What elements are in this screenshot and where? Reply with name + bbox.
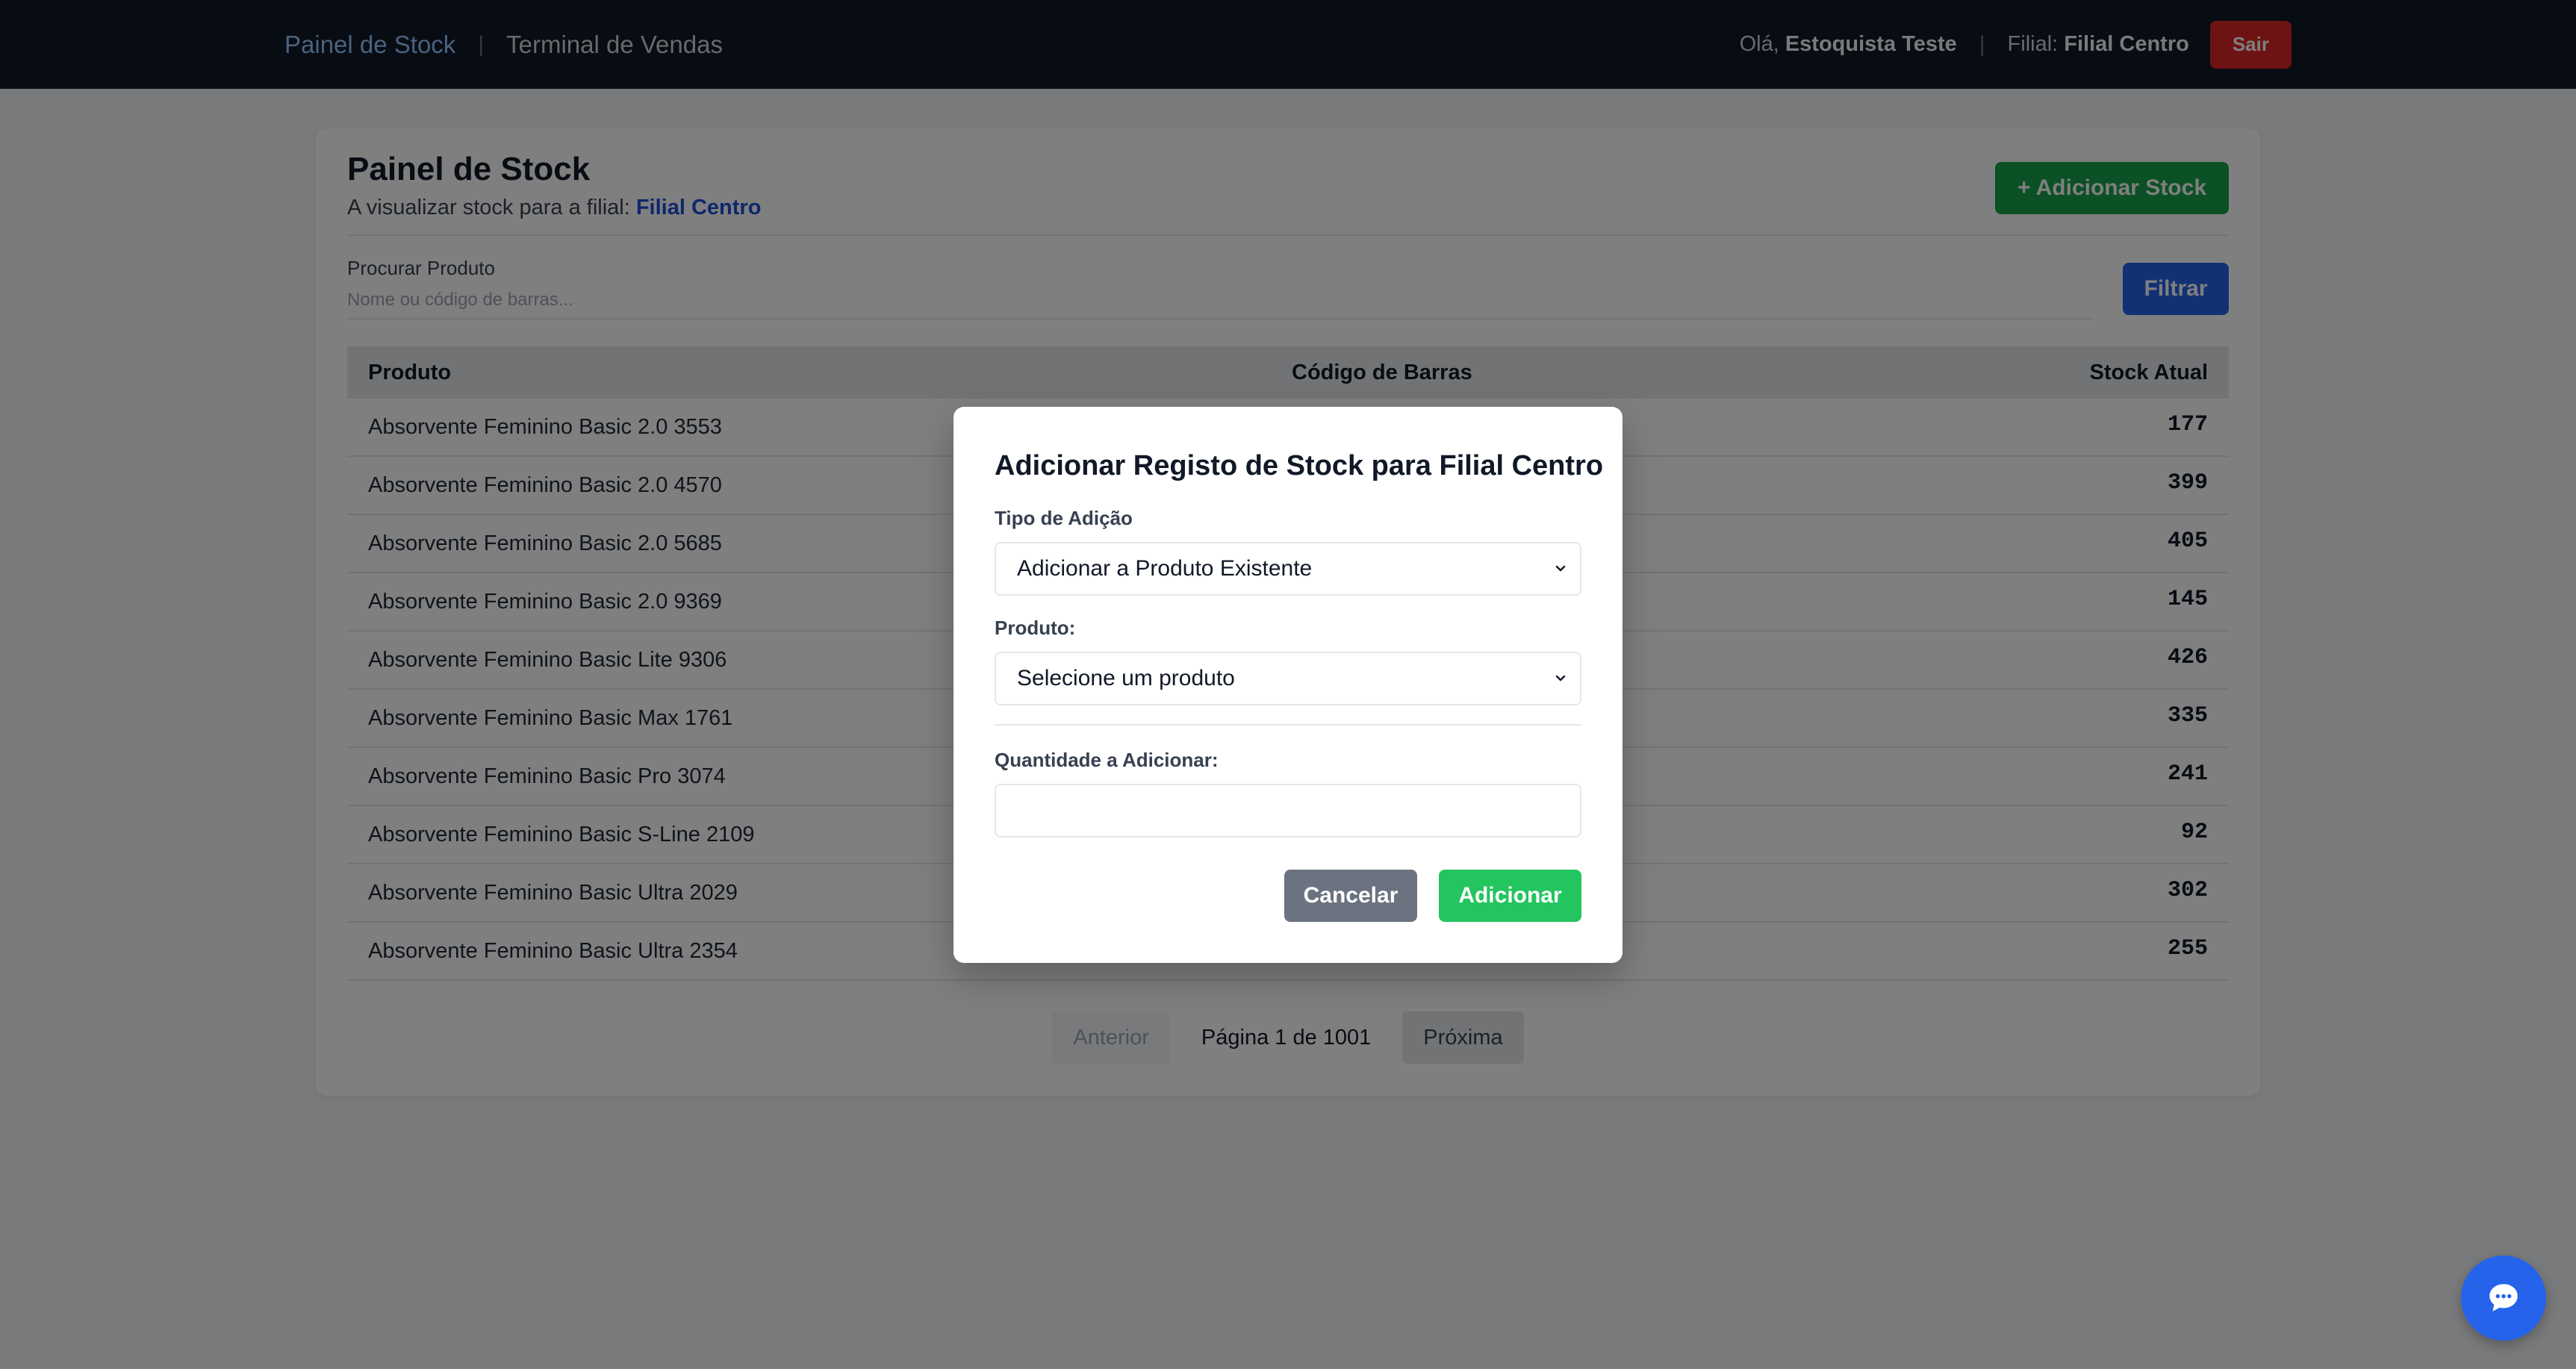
addition-type-label: Tipo de Adição [995,507,1133,529]
chat-bubble-icon [2489,1284,2518,1312]
product-select-value: Selecione um produto [1017,666,1235,690]
cancel-button[interactable]: Cancelar [1284,870,1417,922]
quantity-label: Quantidade a Adicionar: [995,749,1219,771]
add-button[interactable]: Adicionar [1439,870,1581,922]
chat-button[interactable] [2461,1256,2546,1341]
add-stock-modal: Adicionar Registo de Stock para Filial C… [953,407,1623,963]
addition-type-select[interactable]: Adicionar a Produto Existente [995,542,1581,596]
product-label: Produto: [995,617,1076,639]
quantity-input[interactable] [995,784,1581,838]
modal-title: Adicionar Registo de Stock para Filial C… [995,450,1604,481]
modal-divider [995,724,1581,726]
chevron-down-icon [1555,675,1566,682]
chevron-down-icon [1555,565,1566,572]
product-select[interactable]: Selecione um produto [995,652,1581,705]
addition-type-value: Adicionar a Produto Existente [1017,556,1313,581]
